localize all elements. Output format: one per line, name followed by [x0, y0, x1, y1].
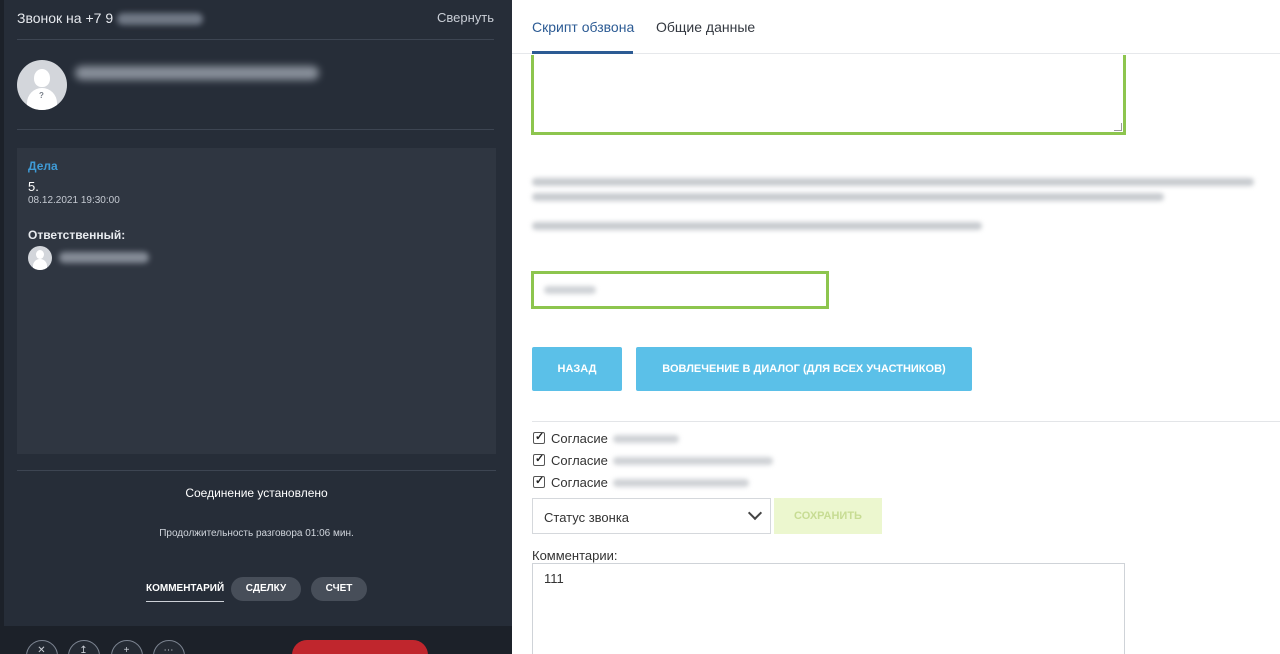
call-panel: Звонок на +7 9 Свернуть ? Дела 5. 08.12.…: [0, 0, 512, 654]
script-answer-textarea[interactable]: [531, 55, 1126, 135]
connection-status: Соединение установлено: [185, 486, 328, 500]
consent-checkbox[interactable]: [533, 452, 545, 466]
resize-grip-icon[interactable]: [1114, 123, 1122, 131]
consent-checkbox[interactable]: [533, 430, 545, 444]
comments-label: Комментарии:: [532, 548, 618, 563]
script-answer-input[interactable]: [531, 271, 829, 309]
transfer-icon: ↥: [79, 645, 88, 654]
comments-value: 111: [544, 571, 564, 586]
responsible-name-blurred: [59, 252, 149, 263]
script-text-blurred: [532, 178, 1254, 186]
call-status-value: Статус звонка: [544, 510, 630, 525]
call-header: Звонок на +7 9 Свернуть: [17, 10, 494, 40]
involve-dialog-button[interactable]: ВОВЛЕЧЕНИЕ В ДИАЛОГ (ДЛЯ ВСЕХ УЧАСТНИКОВ…: [636, 347, 972, 391]
contact-row: ?: [17, 60, 494, 130]
tab-active-indicator: [532, 51, 633, 54]
divider: [532, 421, 1280, 422]
add-participant-button[interactable]: +: [111, 640, 143, 654]
keypad-icon: ⋯: [163, 645, 174, 654]
consent-text-blurred: [613, 457, 773, 465]
save-button[interactable]: СОХРАНИТЬ: [774, 498, 882, 534]
back-button[interactable]: НАЗАД: [532, 347, 622, 391]
plus-icon: +: [123, 645, 130, 654]
call-controls-bar: ✕ ↥ + ⋯: [0, 626, 512, 654]
mute-button[interactable]: ✕: [26, 640, 58, 654]
panel-edge: [0, 0, 4, 654]
responsible-label: Ответственный:: [28, 228, 126, 242]
collapse-button[interactable]: Свернуть: [437, 10, 494, 25]
contact-name-blurred: [75, 66, 319, 80]
tabs-bar: Скрипт обзвона Общие данные: [512, 0, 1280, 54]
script-text-blurred: [532, 222, 982, 230]
call-duration: Продолжительность разговора 01:06 мин.: [159, 528, 354, 539]
consent-text-blurred: [613, 479, 749, 487]
consent-label: Согласие: [551, 453, 608, 468]
deals-box: Дела 5. 08.12.2021 19:30:00 Ответственны…: [17, 148, 496, 454]
transfer-button[interactable]: ↥: [68, 640, 100, 654]
tab-invoice[interactable]: СЧЕТ: [311, 577, 367, 601]
tab-deal[interactable]: СДЕЛКУ: [231, 577, 301, 601]
deals-title[interactable]: Дела: [28, 159, 58, 173]
mute-icon: ✕: [37, 645, 46, 654]
tab-comment[interactable]: КОММЕНТАРИЙ: [146, 577, 225, 602]
call-title: Звонок на +7 9: [17, 10, 204, 26]
tab-general-data[interactable]: Общие данные: [656, 19, 755, 35]
tab-call-script[interactable]: Скрипт обзвона: [532, 19, 634, 35]
hangup-button[interactable]: [292, 640, 428, 654]
script-panel: Скрипт обзвона Общие данные НАЗАД ВОВЛЕЧ…: [512, 0, 1280, 654]
script-text-blurred: [532, 193, 1164, 201]
deal-datetime: 08.12.2021 19:30:00: [28, 195, 120, 206]
call-title-text: Звонок на +7 9: [17, 10, 114, 26]
comments-textarea[interactable]: 111: [532, 563, 1125, 654]
input-value-blurred: [544, 286, 596, 294]
call-status-select[interactable]: Статус звонка: [532, 498, 771, 534]
divider: [17, 470, 496, 471]
responsible-avatar-icon: [28, 246, 52, 270]
consent-label: Согласие: [551, 475, 608, 490]
consent-label: Согласие: [551, 431, 608, 446]
blurred-phone: [117, 13, 204, 26]
contact-avatar-icon: ?: [17, 60, 67, 110]
chevron-down-icon: [747, 505, 763, 521]
deal-number: 5.: [28, 179, 39, 194]
keypad-button[interactable]: ⋯: [153, 640, 185, 654]
consent-checkbox[interactable]: [533, 474, 545, 488]
consent-text-blurred: [613, 435, 679, 443]
